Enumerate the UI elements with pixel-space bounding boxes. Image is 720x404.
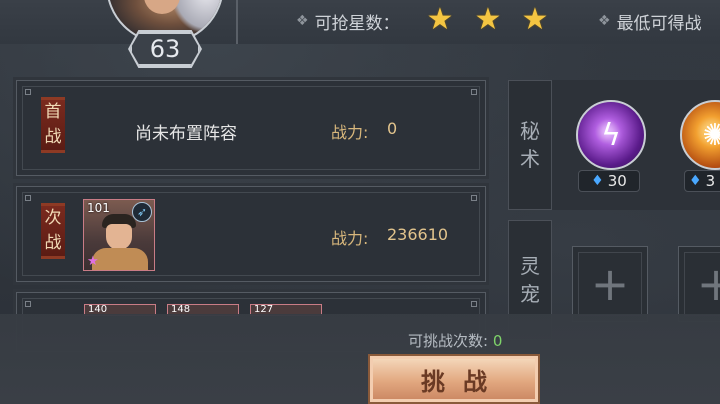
avatar-hair	[170, 0, 222, 34]
row-inner-frame	[22, 86, 480, 170]
diamond-bullet-icon: ❖	[598, 13, 611, 29]
min-reward-label-group: ❖ 最低可得战	[598, 8, 702, 34]
star-icon: ★	[426, 2, 454, 37]
star-icon: ★	[521, 2, 549, 37]
attempts-text: 可挑战次数: 0	[408, 330, 502, 351]
corner-ornament	[471, 301, 477, 307]
power-value: 0	[387, 119, 398, 138]
star-icon: ★	[474, 2, 502, 37]
min-reward-label: 最低可得战	[616, 13, 702, 34]
stars-label-group: ❖ 可抢星数：	[296, 8, 400, 34]
corner-ornament	[471, 89, 477, 95]
power-value: 236610	[387, 225, 449, 244]
lineup-empty-title: 尚未布置阵容	[135, 124, 237, 144]
blue-flame-icon: ♦	[689, 173, 702, 189]
pet-slot-add[interactable]: +	[572, 246, 648, 322]
power-label: 战力:	[331, 229, 369, 248]
tag-char: 战	[44, 127, 62, 147]
lineup-row-first[interactable]: 首 战 尚未布置阵容 战力: 0	[13, 77, 489, 179]
corner-ornament	[25, 301, 31, 307]
lineup-row-second[interactable]: 次 战 101 ➶ ★ 战力: 236610	[13, 183, 489, 285]
power-label: 战力:	[331, 123, 369, 142]
label-char: 灵	[520, 254, 540, 278]
lightning-icon: ϟ	[601, 117, 621, 153]
player-level-badge: 63	[130, 32, 200, 66]
fire-orb-icon[interactable]: ✺	[680, 100, 720, 170]
tag-char: 首	[44, 102, 62, 122]
skill-cost-badge: ♦ 3	[684, 170, 720, 192]
secret-skill-label: 秘 术	[508, 80, 552, 210]
hero-rank-star-icon: ★	[87, 254, 99, 269]
attempts-value: 0	[492, 332, 503, 350]
skill-cost-value: 3	[705, 172, 716, 190]
tag-char: 战	[44, 233, 62, 253]
diamond-bullet-icon: ❖	[296, 13, 309, 29]
hero-body	[92, 248, 148, 270]
bottom-bar	[0, 314, 720, 404]
corner-ornament	[471, 195, 477, 201]
tag-char: 次	[44, 208, 62, 228]
slot-inner: +	[684, 252, 720, 316]
corner-ornament	[25, 89, 31, 95]
plus-icon: +	[590, 257, 630, 311]
slot-inner: +	[578, 252, 642, 316]
fire-symbol-icon: ✺	[702, 117, 720, 153]
battle-tag-first: 首 战	[41, 97, 65, 153]
pet-slot-add[interactable]: +	[678, 246, 720, 322]
hero-face	[106, 224, 132, 250]
stars-label: 可抢星数：	[314, 13, 400, 34]
blue-flame-icon: ♦	[591, 173, 604, 189]
label-char: 宠	[520, 282, 540, 306]
skill-cost-badge: ♦ 30	[578, 170, 640, 192]
purple-lightning-orb-icon[interactable]: ϟ	[576, 100, 646, 170]
attempts-label: 可挑战次数:	[408, 332, 489, 350]
plus-icon: +	[696, 257, 720, 311]
label-char: 秘	[520, 119, 540, 143]
skill-cost-value: 30	[607, 172, 627, 190]
hero-class-icon: ➶	[132, 202, 152, 222]
hero-level: 101	[87, 201, 110, 215]
label-char: 术	[520, 147, 540, 171]
hero-card[interactable]: 101 ➶ ★	[83, 199, 155, 271]
corner-ornament	[25, 195, 31, 201]
player-avatar-group[interactable]: 63	[98, 0, 234, 68]
battle-tag-second: 次 战	[41, 203, 65, 259]
challenge-button[interactable]: 挑战	[368, 354, 540, 404]
